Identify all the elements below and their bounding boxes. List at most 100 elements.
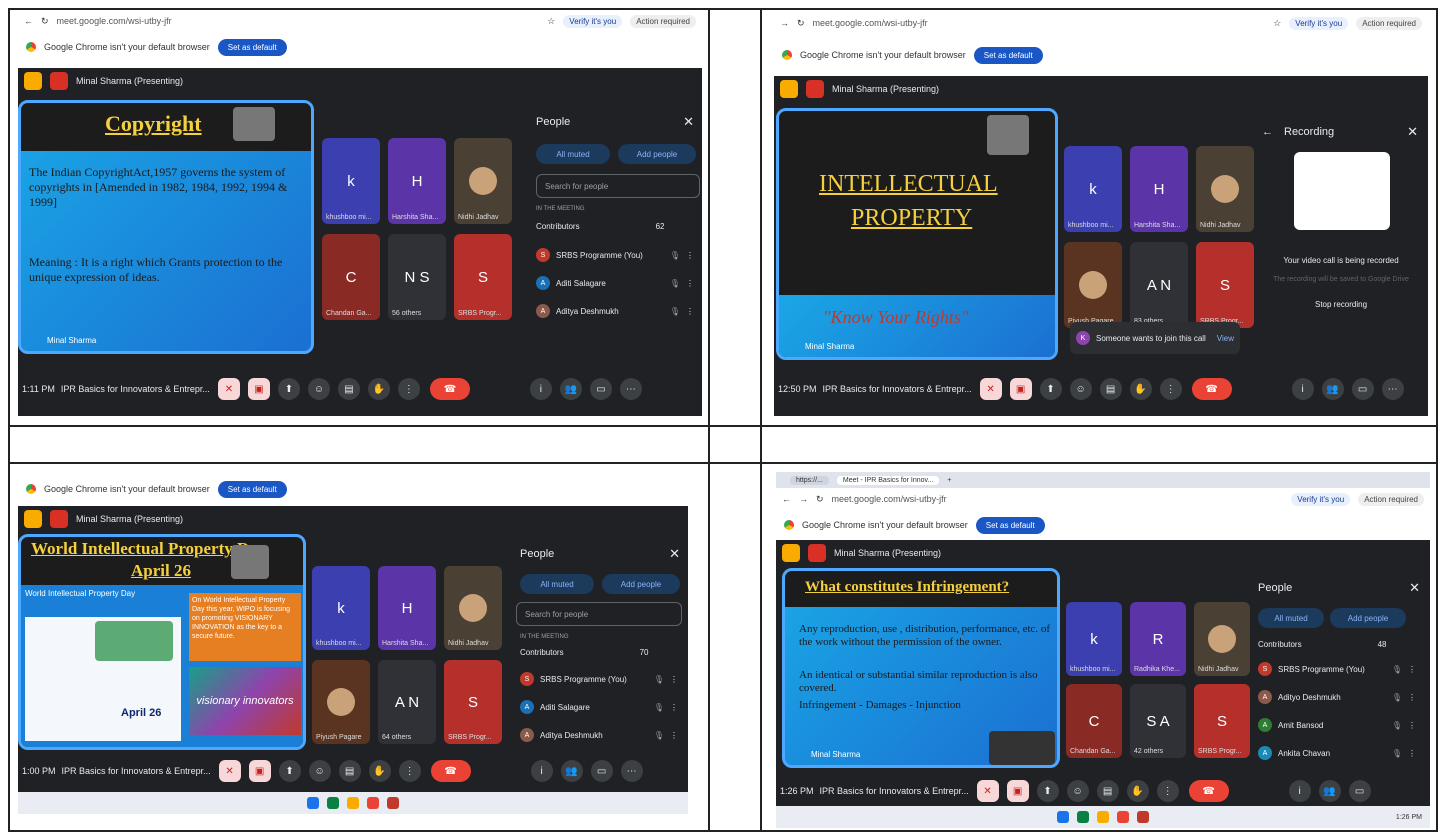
back-icon[interactable]: ← [24,16,33,26]
info-button[interactable]: i [529,378,552,400]
people-list-item[interactable]: A Aditi Salagare 🎙 ⋮ [520,700,678,714]
participant-tile[interactable]: Nidhi Jadhav [454,138,512,224]
view-button[interactable]: View [1217,334,1234,343]
more-options-button[interactable]: ⋮ [1159,378,1182,400]
more-icon[interactable]: ⋮ [670,703,678,712]
people-button[interactable]: 👥 [559,378,582,400]
participant-tile[interactable]: N S 56 others [388,234,446,320]
people-button[interactable]: 👥 [560,760,583,782]
stop-recording-button[interactable]: Stop recording [1266,300,1416,309]
participant-tile[interactable]: H Harshita Sha... [378,566,436,650]
all-muted-button[interactable]: All muted [1258,608,1324,628]
present-button[interactable]: ⬆ [1036,780,1059,802]
people-list-item[interactable]: A Aditi Salagare 🎙 ⋮ [536,276,694,290]
mic-off-icon[interactable]: 🎙 [670,251,680,260]
more-icon[interactable]: ⋮ [686,279,694,288]
all-muted-button[interactable]: All muted [536,144,610,164]
hand-icon[interactable] [24,510,42,528]
participant-tile[interactable]: A N83 others [1130,242,1188,328]
more-icon[interactable]: ⋮ [1408,749,1416,758]
mic-off-button[interactable]: ✕ [218,760,241,782]
url-text[interactable]: meet.google.com/wsi-utby-jfr [813,18,1266,28]
action-required-button[interactable]: Action required [630,14,696,28]
back-icon[interactable]: ← [782,494,791,504]
set-default-button[interactable]: Set as default [973,46,1043,64]
record-icon[interactable] [50,72,68,90]
close-icon[interactable]: ✕ [1407,124,1418,140]
folder-icon[interactable] [347,797,359,809]
people-list-item[interactable]: A Adityo Deshmukh 🎙 ⋮ [1258,690,1416,704]
emoji-button[interactable]: ☺ [308,760,331,782]
participant-tile[interactable]: SSRBS Progr... [1196,242,1254,328]
info-button[interactable]: i [1288,780,1311,802]
star-icon[interactable]: ☆ [547,16,555,27]
action-required-button[interactable]: Action required [1356,16,1422,30]
hand-icon[interactable] [780,80,798,98]
chat-button[interactable]: ▭ [589,378,612,400]
mic-off-icon[interactable]: 🎙 [1392,665,1402,674]
activities-button[interactable]: ⋯ [620,760,643,782]
captions-button[interactable]: ▤ [337,378,360,400]
camera-off-button[interactable]: ▣ [1006,780,1029,802]
set-default-button[interactable]: Set as default [217,38,287,56]
reload-icon[interactable]: ↻ [41,16,49,27]
participant-tile[interactable]: k khushboo mi... [312,566,370,650]
leave-call-button[interactable]: ☎ [1191,378,1232,400]
start-icon[interactable] [1057,811,1069,823]
more-icon[interactable]: ⋮ [1408,721,1416,730]
chrome-taskbar-icon[interactable] [367,797,379,809]
chat-button[interactable]: ▭ [1351,378,1374,400]
action-required-button[interactable]: Action required [1358,492,1424,506]
people-list-item[interactable]: A Aditya Deshmukh 🎙 ⋮ [520,728,678,742]
participant-tile[interactable]: C Chandan Ga... [1066,684,1122,758]
participant-tile[interactable]: SSRBS Progr... [1194,684,1250,758]
forward-icon[interactable]: → [799,494,808,504]
people-list-item[interactable]: S SRBS Programme (You) 🎙 ⋮ [520,672,678,686]
mic-off-icon[interactable]: 🎙 [654,731,664,740]
more-icon[interactable]: ⋮ [670,731,678,740]
url-text[interactable]: meet.google.com/wsi-utby-jfr [57,16,540,26]
people-list-item[interactable]: A Amit Bansod 🎙 ⋮ [1258,718,1416,732]
camera-off-button[interactable]: ▣ [248,760,271,782]
more-options-button[interactable]: ⋮ [1156,780,1179,802]
participant-tile[interactable]: Piyush Pagare [312,660,370,744]
mic-off-button[interactable]: ✕ [976,780,999,802]
participant-tile[interactable]: H Harshita Sha... [388,138,446,224]
people-list-item[interactable]: A Ankita Chavan 🎙 ⋮ [1258,746,1416,760]
participant-tile[interactable]: k khushboo mi... [1064,146,1122,232]
set-default-button[interactable]: Set as default [217,480,287,498]
chrome-taskbar-icon[interactable] [1117,811,1129,823]
close-icon[interactable]: ✕ [1409,580,1420,596]
app-icon[interactable] [387,797,399,809]
verify-button[interactable]: Verify it's you [563,14,623,28]
add-people-button[interactable]: Add people [618,144,696,164]
set-default-button[interactable]: Set as default [975,516,1045,534]
participant-tile[interactable]: Piyush Pagare [1064,242,1122,328]
participant-tile[interactable]: SSRBS Progr... [454,234,512,320]
people-list-item[interactable]: A Aditya Deshmukh 🎙 ⋮ [536,304,694,318]
address-bar[interactable]: → ↻ meet.google.com/wsi-utby-jfr ☆ Verif… [774,12,1428,34]
emoji-button[interactable]: ☺ [1066,780,1089,802]
present-button[interactable]: ⬆ [277,378,300,400]
star-icon[interactable]: ☆ [1273,18,1281,29]
info-button[interactable]: i [1291,378,1314,400]
participant-tile[interactable]: Nidhi Jadhav [444,566,502,650]
mic-off-button[interactable]: ✕ [217,378,240,400]
back-arrow-icon[interactable]: ← [1262,126,1273,138]
people-list-item[interactable]: S SRBS Programme (You) 🎙 ⋮ [1258,662,1416,676]
participant-tile[interactable]: Nidhi Jadhav [1194,602,1250,676]
participant-tile[interactable]: C Chandan Ga... [322,234,380,320]
more-icon[interactable]: ⋮ [686,307,694,316]
emoji-button[interactable]: ☺ [307,378,330,400]
chat-button[interactable]: ▭ [1348,780,1371,802]
participant-tile[interactable]: S A 42 others [1130,684,1186,758]
close-icon[interactable]: ✕ [683,114,694,130]
activities-button[interactable]: ⋯ [619,378,642,400]
search-input[interactable]: Search for people [536,174,700,198]
mic-off-icon[interactable]: 🎙 [1392,721,1402,730]
url-text[interactable]: meet.google.com/wsi-utby-jfr [832,494,1284,504]
mic-off-icon[interactable]: 🎙 [670,307,680,316]
more-icon[interactable]: ⋮ [670,675,678,684]
start-icon[interactable] [307,797,319,809]
leave-call-button[interactable]: ☎ [429,378,470,400]
